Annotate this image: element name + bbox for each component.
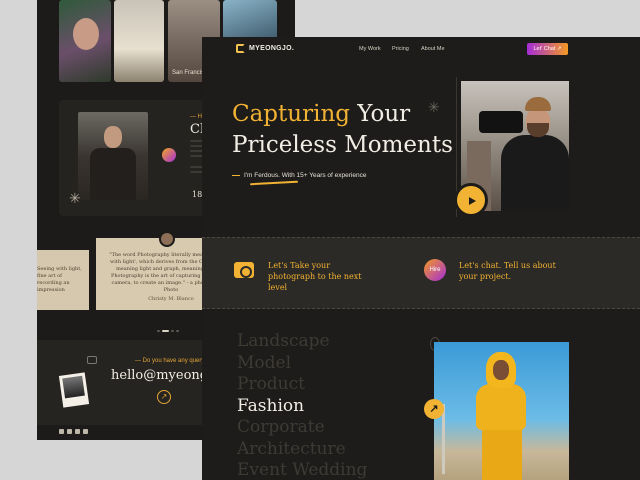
hire-badge-icon[interactable]: Hire	[424, 259, 446, 281]
band-text-photograph[interactable]: Let's Take your photograph to the next l…	[268, 260, 378, 293]
category-item[interactable]: Event Wedding	[237, 460, 367, 480]
carousel-dot-active[interactable]	[162, 330, 169, 332]
twitter-icon[interactable]	[75, 429, 80, 434]
category-item[interactable]: Fashion	[237, 396, 367, 418]
play-badge-icon[interactable]	[454, 183, 488, 217]
about-badge-icon[interactable]	[162, 148, 176, 162]
testimonial-card-left: Seeing with light, fine art of recording…	[37, 250, 89, 310]
arrow-up-right-icon[interactable]: ↗	[424, 399, 444, 419]
instagram-icon[interactable]	[67, 429, 72, 434]
hero-title-line1: Capturing Your	[232, 101, 410, 127]
hero-title-rest: Your	[349, 101, 411, 127]
lets-chat-button[interactable]: Let' Chat ↗	[527, 43, 568, 55]
cta-band: Let's Take your photograph to the next l…	[202, 237, 640, 309]
carousel-dot[interactable]	[157, 330, 160, 332]
category-item[interactable]: Corporate	[237, 417, 367, 439]
camera-icon	[234, 262, 254, 278]
testimonial-left-text: Seeing with light, fine art of recording…	[37, 266, 82, 293]
hero-underline	[249, 180, 299, 186]
logo-icon[interactable]	[236, 44, 245, 53]
band-text-chat[interactable]: Let's chat. Tell us about your project.	[459, 260, 569, 282]
category-list: Landscape Model Product Fashion Corporate Arc…	[237, 331, 367, 480]
category-item[interactable]: Product	[237, 374, 367, 396]
nav-link-about-me[interactable]: About Me	[421, 46, 445, 52]
hero-subtitle: I'm Ferdous. With 15+ Years of experienc…	[244, 172, 367, 179]
fashion-photo	[434, 342, 569, 480]
category-item[interactable]: Architecture	[237, 439, 367, 461]
nav-link-my-work[interactable]: My Work	[359, 46, 381, 52]
category-item[interactable]: Landscape	[237, 331, 367, 353]
contact-arrow-button[interactable]: ↗	[157, 390, 171, 404]
asterisk-icon: ✳	[428, 99, 440, 115]
nav-link-pricing[interactable]: Pricing	[392, 46, 409, 52]
hero-title-line2: Priceless Moments	[232, 132, 453, 158]
linkedin-icon[interactable]	[83, 429, 88, 434]
about-portrait	[78, 112, 148, 200]
top-nav: MYEONGJO. My Work Pricing About Me Let' …	[202, 37, 640, 61]
gallery-photo-portrait-1[interactable]	[59, 0, 111, 82]
gallery-photo-portrait-2[interactable]	[114, 0, 164, 82]
carousel-dots[interactable]	[157, 319, 185, 332]
front-page: MYEONGJO. My Work Pricing About Me Let' …	[202, 37, 640, 480]
hero-title-accent: Capturing	[232, 101, 350, 127]
testimonial-avatar	[159, 231, 175, 247]
camera-outline-icon	[87, 356, 97, 364]
carousel-dot[interactable]	[176, 330, 179, 332]
polaroid-photo	[58, 372, 90, 408]
sparkle-icon: ✳	[69, 190, 81, 206]
hero-dash	[232, 175, 240, 176]
category-item[interactable]: Model	[237, 353, 367, 375]
facebook-icon[interactable]	[59, 429, 64, 434]
logo-text[interactable]: MYEONGJO.	[249, 45, 294, 52]
carousel-dot[interactable]	[171, 330, 174, 332]
